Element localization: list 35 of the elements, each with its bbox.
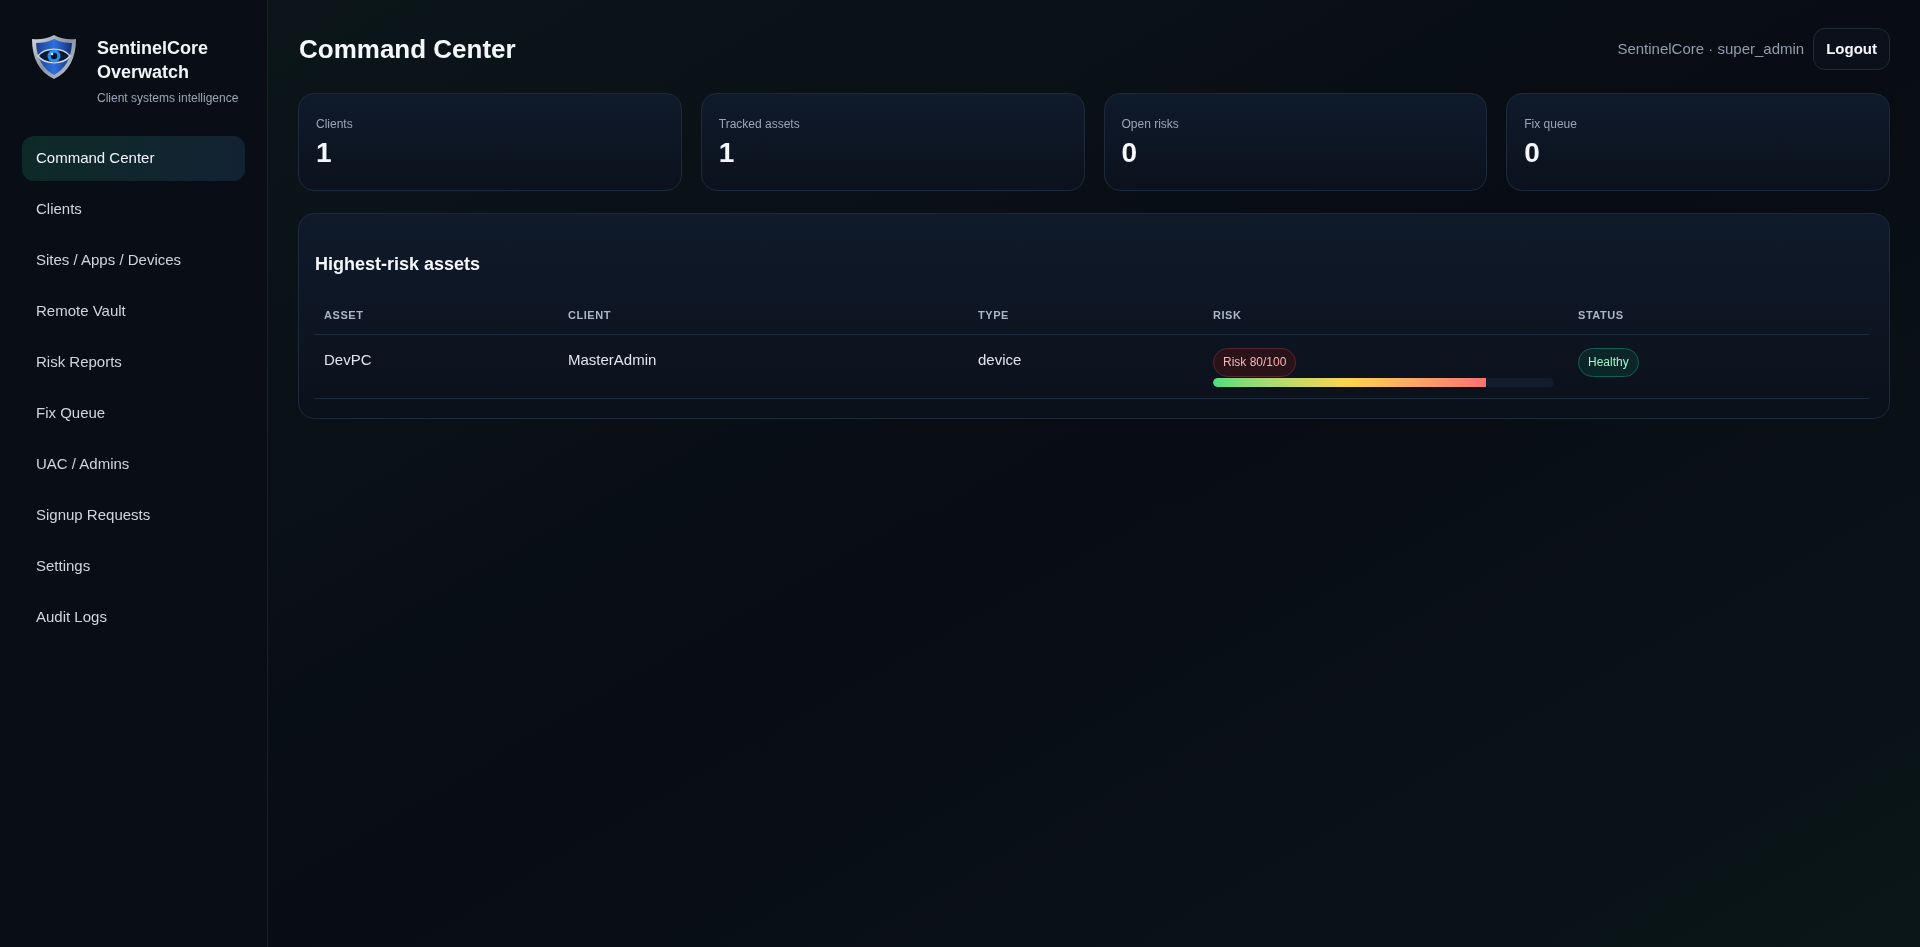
logout-button[interactable]: Logout: [1813, 28, 1890, 70]
column-header: TYPE: [978, 308, 1009, 321]
risk-badge: Risk 80/100: [1213, 347, 1297, 377]
stat-value: 0: [1524, 137, 1541, 169]
status-badge: Healthy: [1578, 347, 1639, 377]
stat-value: 0: [1121, 137, 1139, 169]
nav-item[interactable]: Fix Queue: [22, 391, 245, 436]
nav-item[interactable]: UAC / Admins: [22, 442, 245, 487]
nav-item[interactable]: Command Center: [22, 136, 245, 181]
nav-item[interactable]: Remote Vault: [22, 289, 245, 334]
page-title: Command Center: [298, 32, 516, 66]
nav-item[interactable]: Signup Requests: [22, 493, 245, 538]
panel-title: Highest-risk assets: [314, 253, 482, 276]
table-cell: device: [978, 350, 1022, 368]
nav-item[interactable]: Audit Logs: [22, 595, 245, 640]
stat-value: 1: [316, 137, 333, 169]
brand-title: SentinelCore Overwatch: [97, 37, 210, 84]
shield-eye-icon: [31, 34, 77, 80]
column-header: ASSET: [324, 308, 364, 321]
table-cell: DevPC: [324, 350, 372, 368]
column-header: CLIENT: [568, 308, 612, 321]
nav-item[interactable]: Sites / Apps / Devices: [22, 238, 245, 283]
table-cell: MasterAdmin: [568, 350, 657, 368]
stat-label: Tracked assets: [718, 116, 801, 133]
stat-value: 1: [718, 137, 736, 169]
brand-subtitle: Client systems intelligence: [97, 90, 239, 106]
stat-label: Fix queue: [1524, 116, 1578, 133]
nav-item[interactable]: Risk Reports: [22, 340, 245, 385]
nav-item[interactable]: Clients: [22, 187, 245, 232]
column-header: RISK: [1213, 308, 1242, 321]
stat-label: Clients: [316, 116, 354, 133]
stat-label: Open risks: [1121, 116, 1180, 133]
user-label: SentinelCore · super_admin: [1617, 38, 1805, 59]
column-header: STATUS: [1578, 308, 1624, 321]
nav-item[interactable]: Settings: [22, 544, 245, 589]
